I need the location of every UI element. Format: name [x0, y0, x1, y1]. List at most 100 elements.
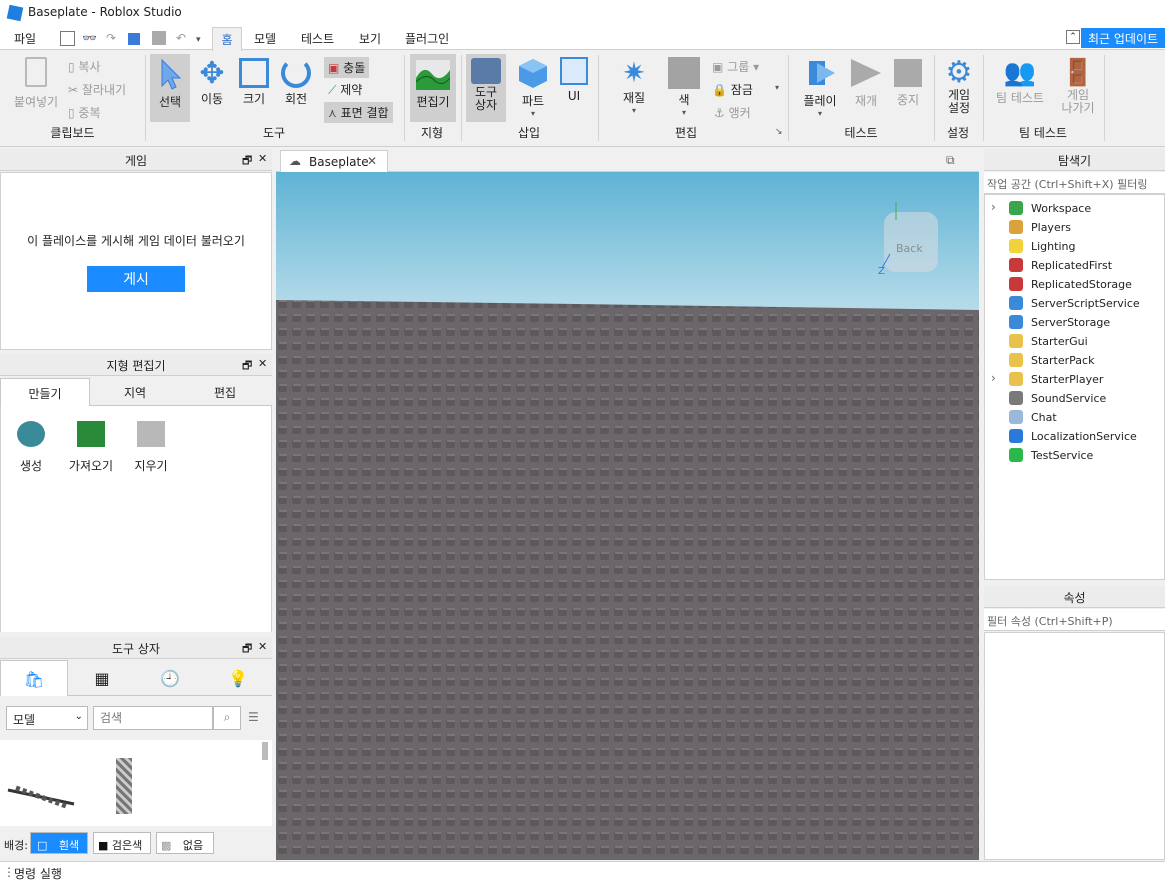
resume-button[interactable]: 재개	[848, 57, 884, 109]
copy-button[interactable]: ▯ 복사	[68, 58, 101, 75]
service-icon	[1009, 429, 1023, 443]
stop-icon[interactable]	[152, 31, 166, 45]
ui-button[interactable]: UI	[557, 57, 591, 103]
explorer-tree: › Workspace Players Lighting ReplicatedFirst…	[984, 194, 1165, 580]
tab-create[interactable]: 만들기	[0, 378, 90, 406]
explorer-item[interactable]: › StarterPlayer	[985, 370, 1165, 389]
tab-model[interactable]: 모델	[254, 30, 276, 47]
properties-filter-input[interactable]: 필터 속성 (Ctrl+Shift+P)	[984, 609, 1165, 631]
edit-dropdown-chevron-icon[interactable]: ▾	[775, 83, 779, 92]
clear-tool[interactable]: 지우기	[131, 421, 171, 474]
move-tool-button[interactable]: ✥ 이동	[194, 58, 230, 107]
restore-window-icon[interactable]: ⧉	[946, 153, 955, 168]
anchor-button[interactable]: ⚓ 앵커	[714, 104, 751, 121]
edit-group-expand-icon[interactable]: ↘	[775, 127, 783, 137]
collisions-toggle[interactable]: ▣ 충돌	[324, 57, 370, 78]
toolbox-search-input[interactable]	[93, 706, 213, 730]
creations-bulb-icon[interactable]: 💡	[204, 660, 272, 696]
scrollbar-thumb[interactable]	[262, 742, 268, 760]
tab-baseplate[interactable]: ☁ Baseplate ✕	[280, 150, 388, 172]
rotate-tool-button[interactable]: 회전	[278, 58, 314, 107]
model-thumbnail[interactable]	[6, 770, 76, 810]
grip-handle-icon[interactable]: ⋮	[3, 865, 15, 879]
inventory-grid-icon[interactable]: ▦	[68, 660, 136, 696]
select-tool-button[interactable]: 선택	[150, 54, 190, 122]
recent-updates-button[interactable]: 최근 업데이트	[1081, 28, 1165, 48]
generate-icon	[17, 421, 45, 447]
close-icon[interactable]: ✕	[258, 357, 267, 370]
import-tool[interactable]: 가져오기	[65, 421, 117, 474]
paste-button[interactable]: 붙여넣기	[8, 57, 64, 110]
customize-chevron-icon[interactable]: ▾	[196, 35, 211, 50]
explorer-item[interactable]: LocalizationService	[985, 427, 1165, 446]
undo-icon[interactable]: ↶	[176, 31, 191, 46]
redo-arrow-icon[interactable]: ↷	[106, 31, 121, 46]
3d-viewport[interactable]: Back Z	[276, 172, 979, 860]
play-here-icon[interactable]	[128, 33, 140, 45]
explorer-item[interactable]: ServerStorage	[985, 313, 1165, 332]
terrain-editor-button[interactable]: 편집기	[410, 54, 456, 122]
service-icon	[1009, 296, 1023, 310]
command-bar[interactable]: ⋮ 명령 실행	[0, 861, 1165, 885]
explorer-item[interactable]: Lighting	[985, 237, 1165, 256]
toolbox-button[interactable]: 도구 상자	[466, 54, 506, 122]
game-settings-button[interactable]: ⚙ 게임 설정	[940, 57, 978, 115]
lock-button[interactable]: 🔒 잠금	[712, 81, 753, 98]
model-thumbnail[interactable]	[116, 758, 132, 814]
float-panel-icon[interactable]: 🗗	[242, 357, 252, 376]
tab-region[interactable]: 지역	[90, 378, 180, 406]
tab-plugins[interactable]: 플러그인	[405, 30, 449, 47]
generate-tool[interactable]: 생성	[11, 421, 51, 474]
close-tab-icon[interactable]: ✕	[367, 154, 377, 168]
tab-test[interactable]: 테스트	[301, 30, 334, 47]
float-panel-icon[interactable]: 🗗	[242, 640, 252, 659]
close-icon[interactable]: ✕	[258, 640, 267, 653]
explorer-item[interactable]: Players	[985, 218, 1165, 237]
stop-button[interactable]: 중지	[891, 57, 925, 108]
publish-button[interactable]: 게시	[87, 266, 185, 292]
explorer-item[interactable]: Chat	[985, 408, 1165, 427]
part-button[interactable]: 파트 ▾	[514, 57, 552, 118]
color-button[interactable]: 색 ▾	[666, 57, 702, 117]
explorer-item[interactable]: StarterPack	[985, 351, 1165, 370]
cut-button[interactable]: ✂ 잘라내기	[68, 81, 126, 98]
explorer-filter-input[interactable]: 작업 공간 (Ctrl+Shift+X) 필터링	[984, 172, 1165, 194]
explorer-item[interactable]: ServerScriptService	[985, 294, 1165, 313]
explorer-item[interactable]: StarterGui	[985, 332, 1165, 351]
cloud-icon: ☁	[289, 154, 301, 168]
tab-edit[interactable]: 편집	[180, 378, 270, 406]
material-button[interactable]: ✷ 재질 ▾	[612, 57, 656, 116]
background-none-button[interactable]: ▩ 없음	[156, 832, 214, 854]
tab-view[interactable]: 보기	[359, 30, 381, 47]
expand-chevron-icon[interactable]: ›	[991, 371, 996, 385]
file-menu[interactable]: 파일	[14, 30, 36, 47]
filter-sliders-icon[interactable]: ☰	[248, 710, 259, 724]
search-icon[interactable]: ⌕	[213, 706, 241, 730]
explorer-item[interactable]: TestService	[985, 446, 1165, 465]
scale-tool-button[interactable]: 크기	[236, 58, 272, 107]
constraints-toggle[interactable]: ⟋ 제약	[328, 81, 362, 98]
play-button[interactable]: 플레이 ▾	[798, 57, 842, 118]
new-file-icon[interactable]	[60, 31, 75, 46]
explorer-item[interactable]: SoundService	[985, 389, 1165, 408]
team-test-button[interactable]: 👥 팀 테스트	[990, 57, 1050, 106]
recent-clock-icon[interactable]: 🕘	[136, 660, 204, 696]
collapse-ribbon-icon[interactable]: ⌃	[1066, 30, 1080, 44]
join-surfaces-toggle[interactable]: ⋏ 표면 결합	[324, 102, 393, 123]
background-white-button[interactable]: □ 흰색	[30, 832, 88, 854]
explorer-item[interactable]: ReplicatedFirst	[985, 256, 1165, 275]
group-button[interactable]: ▣ 그룹 ▾	[712, 58, 759, 75]
explorer-item-label: ServerScriptService	[1031, 297, 1140, 310]
exit-game-button[interactable]: 🚪 게임 나가기	[1056, 57, 1100, 115]
explorer-item[interactable]: › Workspace	[985, 199, 1165, 218]
tab-home[interactable]: 홈	[212, 27, 242, 51]
background-black-button[interactable]: ■ 검은색	[93, 832, 151, 854]
duplicate-button[interactable]: ▯ 중복	[68, 104, 101, 121]
category-select[interactable]: 모델 ⌄	[6, 706, 88, 730]
explorer-item[interactable]: ReplicatedStorage	[985, 275, 1165, 294]
binoculars-icon[interactable]: 👓	[82, 31, 97, 46]
float-panel-icon[interactable]: 🗗	[242, 152, 252, 171]
expand-chevron-icon[interactable]: ›	[991, 200, 996, 214]
close-icon[interactable]: ✕	[258, 152, 267, 165]
marketplace-bag-icon[interactable]: 🛍	[0, 660, 68, 696]
